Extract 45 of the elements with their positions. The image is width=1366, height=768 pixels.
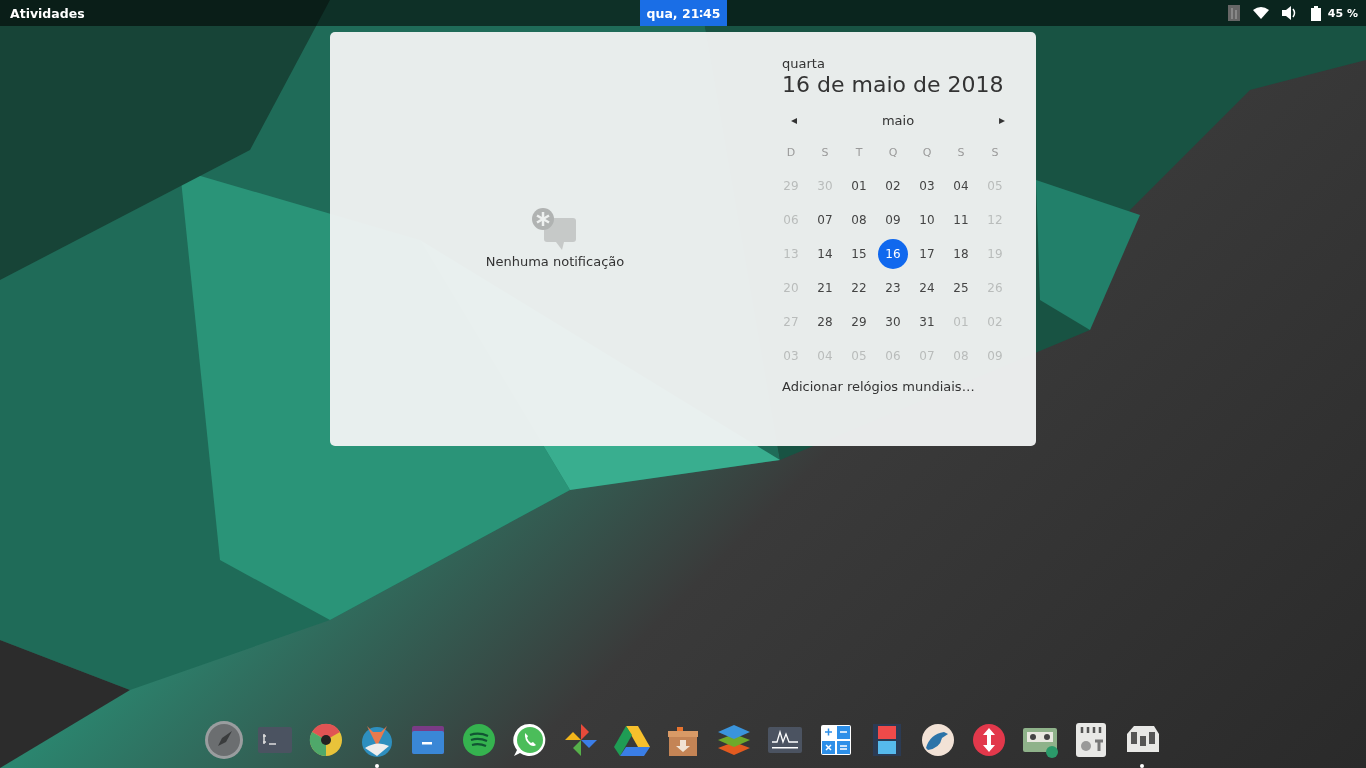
calendar-day[interactable]: 23 [878, 273, 908, 303]
calendar-day[interactable]: 21 [810, 273, 840, 303]
weekday-header: Q [921, 144, 933, 161]
battery-icon[interactable] [1310, 5, 1321, 21]
calendar-day[interactable]: 10 [912, 205, 942, 235]
weekday-header: S [820, 144, 830, 161]
previous-month-button[interactable]: ◂ [788, 111, 801, 129]
calendar-day[interactable]: 03 [912, 171, 942, 201]
calendar-day[interactable]: 16 [878, 239, 908, 269]
calendar-day[interactable]: 25 [946, 273, 976, 303]
activities-button[interactable]: Atividades [10, 1, 85, 25]
rocket-icon[interactable] [204, 720, 244, 760]
weekday-header: T [854, 144, 864, 161]
weekday-header: S [956, 144, 966, 161]
month-label: maio [881, 112, 915, 128]
calendar-day[interactable]: 31 [912, 307, 942, 337]
calendar-day[interactable]: 09 [878, 205, 908, 235]
wifi-icon[interactable] [1252, 7, 1269, 19]
calendar-day[interactable]: 01 [844, 171, 874, 201]
weekday-header: S [990, 144, 1000, 161]
no-notifications-icon [532, 208, 578, 250]
calendar-day[interactable]: 15 [844, 239, 874, 269]
calendar-day[interactable]: 28 [810, 307, 840, 337]
calendar-day[interactable]: 18 [946, 239, 976, 269]
add-world-clocks-link[interactable]: Adicionar relógios mundiais… [782, 379, 975, 394]
calendar-day[interactable]: 02 [878, 171, 908, 201]
volume-icon[interactable] [1281, 6, 1298, 20]
calendar-day[interactable]: 07 [810, 205, 840, 235]
battery-percent[interactable]: 45 % [1327, 6, 1358, 20]
calendar-day[interactable]: 29 [844, 307, 874, 337]
calendar-day[interactable]: 30 [878, 307, 908, 337]
next-month-button[interactable]: ▸ [995, 111, 1008, 129]
calendar-day[interactable]: 24 [912, 273, 942, 303]
empty-notifications-text: Nenhuma notificação [485, 254, 625, 269]
calendar-day[interactable]: 17 [912, 239, 942, 269]
weekday-header: D [785, 144, 797, 161]
weekday-header: Q [887, 144, 899, 161]
clock-button[interactable]: qua, 21∶45 [640, 0, 727, 26]
calendar-day[interactable]: 14 [810, 239, 840, 269]
weekday-label: quarta [782, 56, 825, 71]
calendar-day[interactable]: 11 [946, 205, 976, 235]
calendar-day[interactable]: 04 [946, 171, 976, 201]
date-heading: 16 de maio de 2018 [782, 72, 1004, 97]
calendar-day[interactable]: 08 [844, 205, 874, 235]
calendar-day[interactable]: 22 [844, 273, 874, 303]
